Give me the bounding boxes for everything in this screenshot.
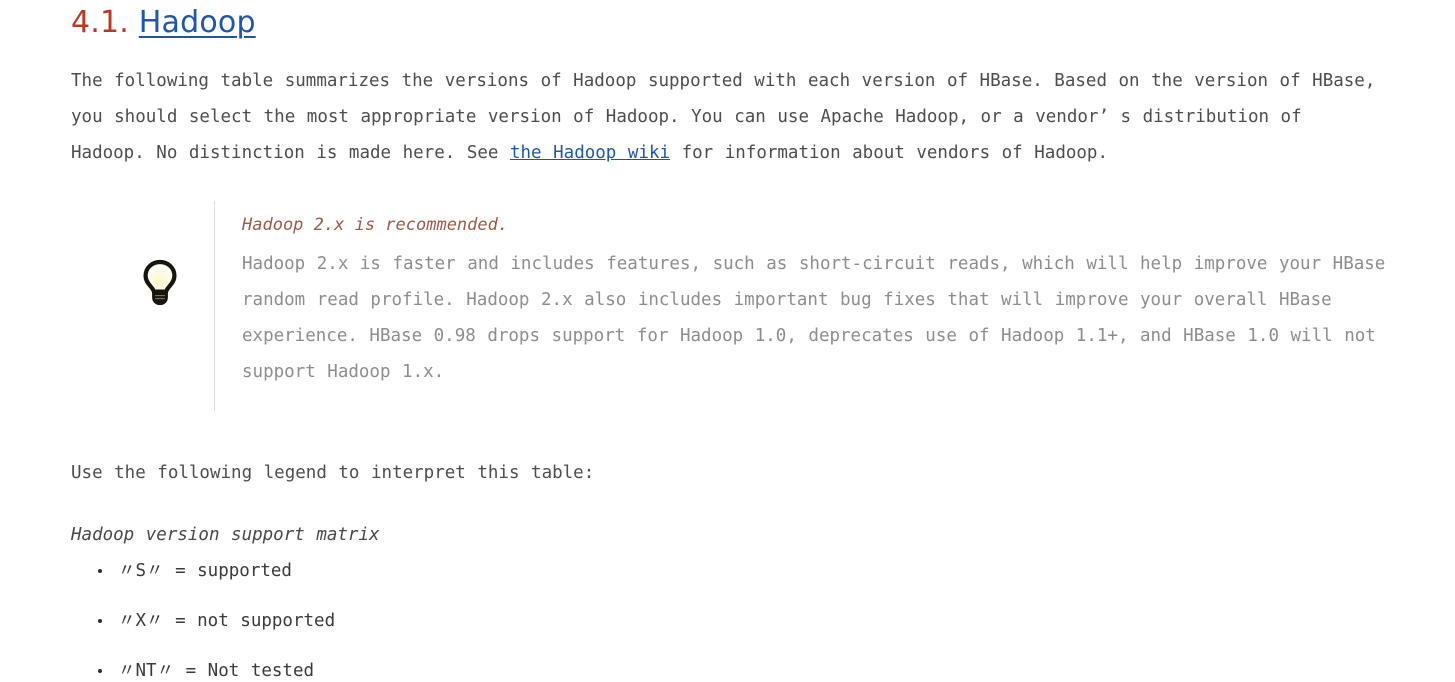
legend-item-text: 〃NT〃 = Not tested — [118, 661, 315, 681]
section-number: 4.1. — [71, 5, 130, 40]
section-anchor-link[interactable]: Hadoop — [139, 5, 256, 40]
tip-icon-cell — [106, 201, 214, 308]
list-item: 〃S〃 = supported — [98, 560, 1395, 582]
tip-admonition: Hadoop 2.x is recommended. Hadoop 2.x is… — [106, 201, 1395, 411]
document-page: 4.1. Hadoop The following table summariz… — [0, 0, 1455, 682]
tip-divider — [214, 201, 215, 411]
page-title: 4.1. Hadoop — [71, 0, 1395, 38]
intro-text-part2: for information about vendors of Hadoop. — [670, 143, 1109, 163]
list-item: 〃NT〃 = Not tested — [98, 660, 1395, 682]
legend-list: 〃S〃 = supported 〃X〃 = not supported 〃NT〃… — [71, 560, 1395, 682]
hadoop-wiki-link[interactable]: the Hadoop wiki — [510, 143, 670, 163]
legend-item-text: 〃S〃 = supported — [118, 561, 292, 581]
list-item: 〃X〃 = not supported — [98, 610, 1395, 632]
tip-body-cell: Hadoop 2.x is recommended. Hadoop 2.x is… — [242, 201, 1395, 390]
legend-item-text: 〃X〃 = not supported — [118, 611, 336, 631]
legend-intro-paragraph: Use the following legend to interpret th… — [71, 463, 595, 483]
lightbulb-icon — [139, 256, 181, 308]
tip-title: Hadoop 2.x is recommended. — [242, 215, 509, 235]
intro-paragraph: The following table summarizes the versi… — [71, 63, 1381, 171]
matrix-caption: Hadoop version support matrix — [71, 525, 380, 545]
tip-text: Hadoop 2.x is faster and includes featur… — [242, 254, 1386, 382]
